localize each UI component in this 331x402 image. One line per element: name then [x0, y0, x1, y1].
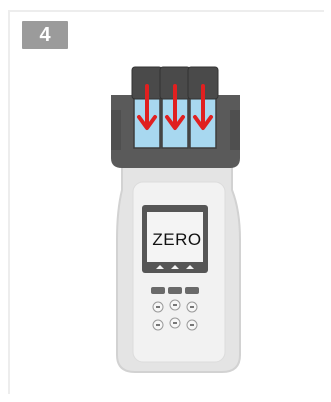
holder-side-left — [111, 110, 121, 150]
key-icon — [168, 287, 182, 294]
key-icon — [151, 287, 165, 294]
key-icon — [185, 287, 199, 294]
photometer-illustration — [111, 66, 241, 373]
display-readout: ZERO — [152, 230, 202, 249]
holder-side-right — [230, 110, 240, 150]
